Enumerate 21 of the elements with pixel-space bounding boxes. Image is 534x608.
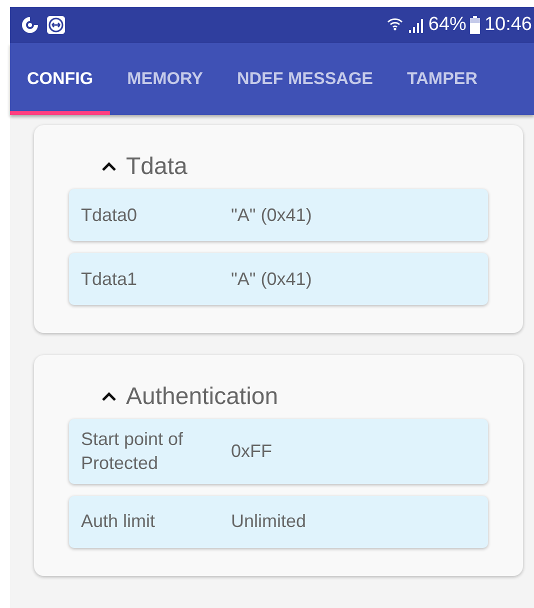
field-label: Tdata0 [81, 204, 138, 227]
battery-percentage: 64% [428, 14, 466, 36]
field-label: Start point of Protected [81, 428, 184, 476]
tab[interactable]: NDEF MESSAGE [220, 43, 390, 115]
chevron-icon[interactable] [101, 162, 117, 172]
section-title: Tdata [126, 153, 188, 181]
signal-icon [408, 16, 424, 34]
app-logo-icon [20, 15, 40, 35]
field-value: 0xFF [231, 440, 272, 462]
tab[interactable]: MEMORY [110, 43, 220, 115]
remote-control-icon [46, 15, 66, 35]
chevron-icon[interactable] [101, 392, 117, 402]
field-value: Unlimited [231, 511, 306, 532]
field-value: "A" (0x41) [231, 268, 312, 290]
field-label: Tdata1 [81, 268, 138, 291]
section-title: Authentication [126, 383, 278, 411]
field-label: Auth limit [81, 510, 156, 534]
tab[interactable]: TAMPER [390, 43, 495, 115]
battery-icon [470, 16, 480, 34]
clock-time: 10:46 [484, 14, 532, 36]
field-value: "A" (0x41) [231, 204, 312, 226]
